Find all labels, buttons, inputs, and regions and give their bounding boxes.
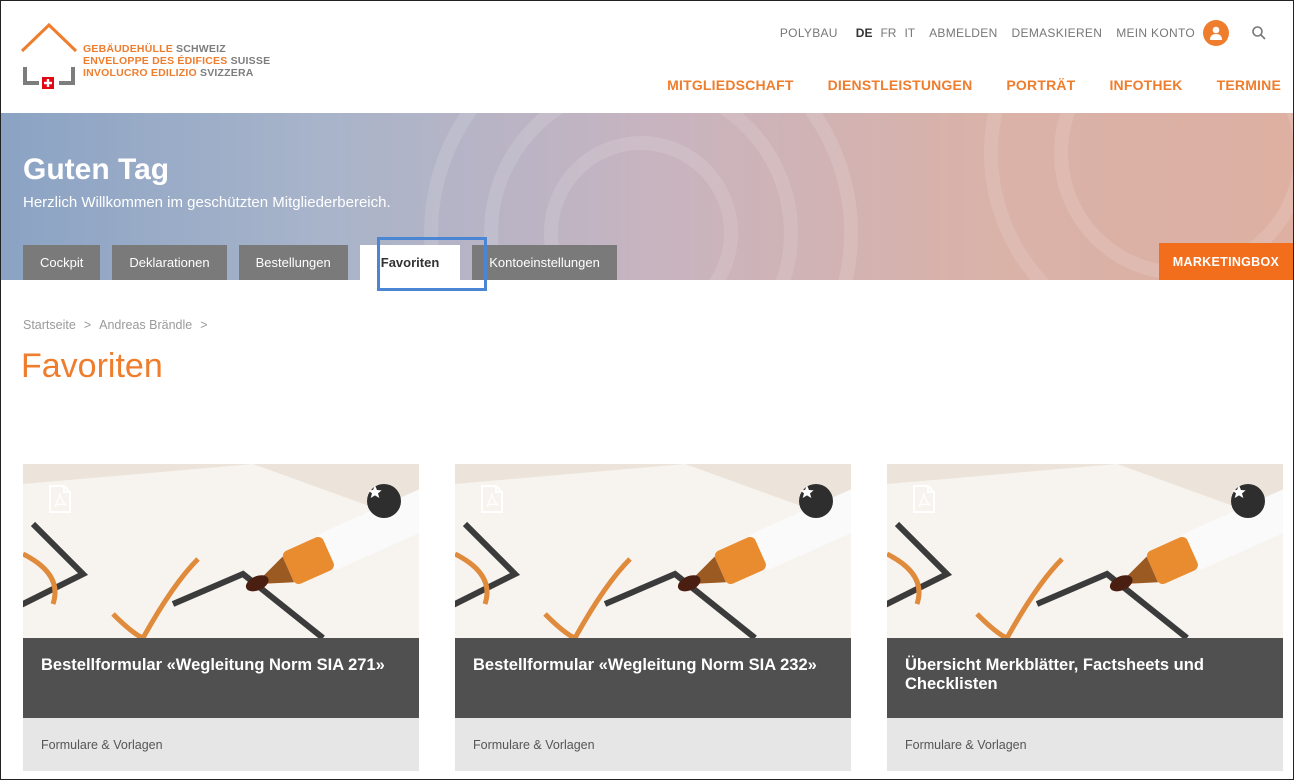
marketingbox-button[interactable]: MARKETINGBOX [1159, 243, 1293, 280]
tab-deklarationen[interactable]: Deklarationen [112, 245, 227, 280]
logout-link[interactable]: ABMELDEN [929, 26, 997, 40]
polybau-link[interactable]: POLYBAU [780, 26, 838, 40]
nav-dienstleistungen[interactable]: DIENSTLEISTUNGEN [828, 77, 973, 93]
hero-banner: Guten Tag Herzlich Willkommen im geschüt… [1, 113, 1293, 280]
tab-bestellungen[interactable]: Bestellungen [238, 245, 348, 280]
unmask-link[interactable]: DEMASKIEREN [1012, 26, 1103, 40]
tab-kontoeinstellungen[interactable]: Kontoeinstellungen [472, 245, 617, 280]
page-title: Favoriten [21, 347, 163, 385]
logo-wordmark: GEBÄUDEHÜLLE SCHWEIZ ENVELOPPE DES ÉDIFI… [83, 43, 271, 79]
language-fr[interactable]: FR [880, 26, 896, 40]
tab-cockpit[interactable]: Cockpit [23, 245, 101, 280]
language-switcher: DE FR IT [856, 26, 915, 40]
favorite-card[interactable]: Bestellformular «Wegleitung Norm SIA 232… [455, 464, 851, 771]
card-category: Formulare & Vorlagen [23, 718, 419, 771]
card-category: Formulare & Vorlagen [887, 718, 1283, 771]
language-de[interactable]: DE [856, 26, 873, 40]
my-account-link[interactable]: MEIN KONTO [1116, 26, 1195, 40]
card-image [455, 464, 851, 638]
breadcrumb-separator: > [83, 318, 92, 332]
favorite-card[interactable]: Übersicht Merkblätter, Factsheets und Ch… [887, 464, 1283, 771]
favorite-star-icon[interactable] [1231, 484, 1265, 518]
site-logo[interactable]: GEBÄUDEHÜLLE SCHWEIZ ENVELOPPE DES ÉDIFI… [19, 21, 299, 101]
favorite-star-icon[interactable] [799, 484, 833, 518]
utility-nav: POLYBAU DE FR IT ABMELDEN DEMASKIEREN ME… [766, 19, 1267, 47]
search-icon[interactable] [1251, 25, 1267, 41]
nav-termine[interactable]: TERMINE [1217, 77, 1281, 93]
main-nav: MITGLIEDSCHAFT DIENSTLEISTUNGEN PORTRÄT … [667, 77, 1281, 93]
user-avatar-icon[interactable] [1203, 20, 1229, 46]
card-image [887, 464, 1283, 638]
member-tabs: Cockpit Deklarationen Bestellungen Favor… [23, 245, 617, 280]
card-title[interactable]: Bestellformular «Wegleitung Norm SIA 232… [455, 638, 851, 718]
nav-mitgliedschaft[interactable]: MITGLIEDSCHAFT [667, 77, 793, 93]
hero-subtitle: Herzlich Willkommen im geschützten Mitgl… [23, 194, 391, 211]
hero-title: Guten Tag [23, 153, 170, 186]
favorite-card[interactable]: Bestellformular «Wegleitung Norm SIA 271… [23, 464, 419, 771]
card-title[interactable]: Übersicht Merkblätter, Factsheets und Ch… [887, 638, 1283, 718]
checklist-pen-image [23, 464, 419, 638]
checklist-pen-image [455, 464, 851, 638]
favorites-grid: Bestellformular «Wegleitung Norm SIA 271… [23, 464, 1283, 771]
pdf-icon [911, 484, 937, 514]
pdf-icon [47, 484, 73, 514]
house-logo-icon [20, 22, 78, 89]
site-header: GEBÄUDEHÜLLE SCHWEIZ ENVELOPPE DES ÉDIFI… [1, 1, 1293, 113]
checklist-pen-image [887, 464, 1283, 638]
pdf-icon [479, 484, 505, 514]
breadcrumb-separator: > [200, 318, 208, 332]
active-tab-highlight [377, 237, 487, 291]
nav-portraet[interactable]: PORTRÄT [1006, 77, 1075, 93]
card-title[interactable]: Bestellformular «Wegleitung Norm SIA 271… [23, 638, 419, 718]
favorite-star-icon[interactable] [367, 484, 401, 518]
card-category: Formulare & Vorlagen [455, 718, 851, 771]
card-image [23, 464, 419, 638]
language-it[interactable]: IT [904, 26, 915, 40]
breadcrumb: Startseite > Andreas Brändle > [23, 318, 208, 332]
nav-infothek[interactable]: INFOTHEK [1109, 77, 1182, 93]
breadcrumb-user[interactable]: Andreas Brändle [99, 318, 192, 332]
breadcrumb-home[interactable]: Startseite [23, 318, 76, 332]
